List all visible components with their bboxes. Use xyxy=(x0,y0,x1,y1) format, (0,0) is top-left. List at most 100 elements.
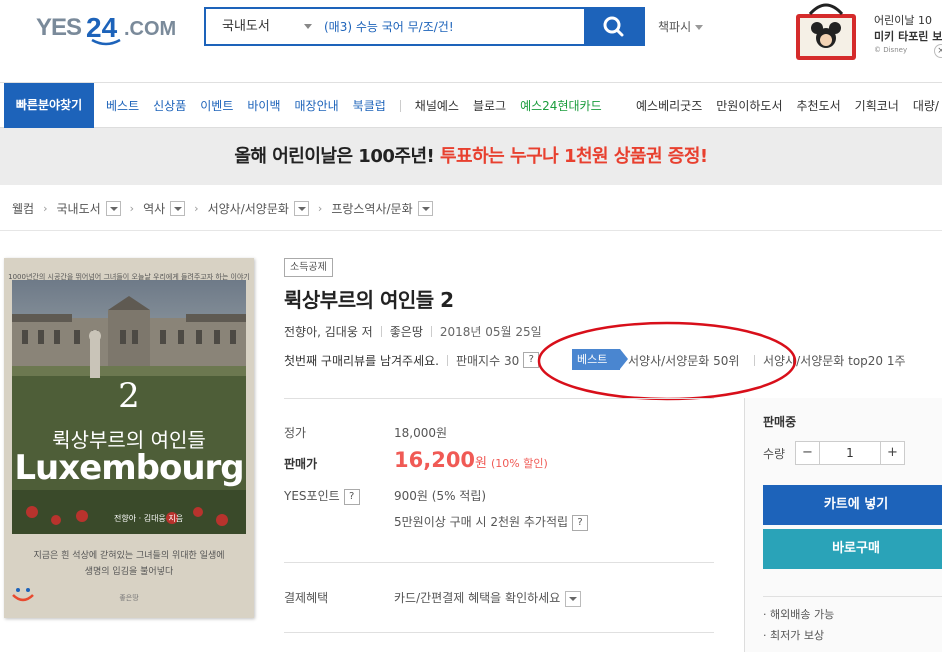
quick-category-button[interactable]: 빠른분야찾기 xyxy=(4,83,94,128)
cover-description: 지금은 흰 석상에 갇혀있는 그녀들의 위대한 일생에 생명의 입김을 불어넣다 xyxy=(33,551,225,577)
payment-label: 결제혜택 xyxy=(284,591,329,605)
nav-item-bulk[interactable]: 대량/ xyxy=(913,97,939,114)
nav-item-best[interactable]: 베스트 xyxy=(106,97,139,114)
points-extra-row: 5만원이상 구매 시 2천원 추가적립? xyxy=(394,513,589,531)
search-category-select[interactable]: 국내도서 xyxy=(206,9,316,44)
breadcrumb-item-western[interactable]: 서양사/서양문화 xyxy=(208,200,289,217)
book-meta: 전향아, 김대웅 저 좋은땅 2018년 05월 25일 xyxy=(284,323,542,340)
nav-item-blog[interactable]: 블로그 xyxy=(473,97,506,114)
page: YES 24 .COM 국내도서 책파시 어린 xyxy=(0,0,942,652)
purchase-panel: 판매중 수량 − + 카트에 넣기 바로구매 · 해외배송 가능 · 최저가 보… xyxy=(744,398,942,652)
svg-text:24: 24 xyxy=(86,12,118,43)
divider xyxy=(284,632,714,633)
promo-text: 어린이날 10 xyxy=(874,14,932,27)
best-tag: 베스트 xyxy=(572,349,628,370)
chevron-down-icon[interactable] xyxy=(565,590,582,607)
divider xyxy=(284,562,714,563)
benefit-overseas-shipping: · 해외배송 가능 xyxy=(763,608,835,621)
cover-publisher: 좋은땅 xyxy=(119,594,139,602)
sales-index: 판매지수 30 xyxy=(455,353,520,368)
svg-text:YES: YES xyxy=(36,14,82,41)
chevron-right-icon: › xyxy=(43,201,48,215)
payment-benefit-row[interactable]: 카드/간편결제 혜택을 확인하세요 xyxy=(394,589,582,607)
book-date: 2018년 05월 25일 xyxy=(439,325,542,339)
breadcrumb-dropdown[interactable] xyxy=(417,200,433,216)
breadcrumb-dropdown[interactable] xyxy=(170,200,186,216)
points-value: 900원 (5% 적립) xyxy=(394,489,487,503)
add-to-cart-button[interactable]: 카트에 넣기 xyxy=(763,485,942,525)
best-rank-weeks[interactable]: 서양사/서양문화 top20 1주 xyxy=(763,352,906,369)
help-icon[interactable]: ? xyxy=(343,488,360,505)
promo-ad[interactable]: 어린이날 10 미키 타포린 보 © Disney × xyxy=(786,0,942,66)
breadcrumb-item-welcome[interactable]: 웰컴 xyxy=(12,200,34,217)
mickey-bag-image xyxy=(796,3,856,60)
buy-now-button[interactable]: 바로구매 xyxy=(763,529,942,569)
search-bar: 국내도서 xyxy=(204,7,645,46)
cover-volume-number: 2 xyxy=(118,376,140,416)
divider xyxy=(430,326,432,337)
divider xyxy=(763,596,942,597)
quantity-label: 수량 xyxy=(763,447,786,461)
best-rank[interactable]: 서양사/서양문화 50위 xyxy=(628,352,739,369)
divider xyxy=(380,326,382,337)
chevron-down-icon xyxy=(695,25,704,30)
help-icon[interactable]: ? xyxy=(572,514,589,531)
nav-item-goods[interactable]: 예스베리굿즈 xyxy=(636,97,702,114)
event-banner[interactable]: 올해 어린이날은 100주년! 투표하는 누구나 1천원 상품권 증정! xyxy=(0,128,942,185)
list-price-value: 18,000원 xyxy=(394,426,448,440)
chevron-right-icon: › xyxy=(194,201,199,215)
book-publisher[interactable]: 좋은땅 xyxy=(390,323,423,340)
nav-item-recommended[interactable]: 추천도서 xyxy=(797,97,841,114)
breadcrumb-item-domestic[interactable]: 국내도서 xyxy=(57,200,101,217)
breadcrumb: 웰컴 › 국내도서 › 역사 › 서양사/서양문화 › 프랑스역사/문화 xyxy=(12,196,433,220)
breadcrumb-item-history[interactable]: 역사 xyxy=(143,200,165,217)
smile-icon xyxy=(12,588,34,602)
close-icon[interactable]: × xyxy=(934,44,942,58)
sale-price: 16,200원 (10% 할인) xyxy=(394,448,548,472)
nav-item-buyback[interactable]: 바이백 xyxy=(247,97,280,114)
points-label-row: YES포인트? xyxy=(284,487,360,505)
cover-authors: 전향아 · 김대웅 지음 xyxy=(114,514,184,523)
sale-price-label: 판매가 xyxy=(284,457,318,471)
review-link[interactable]: 첫번째 구매리뷰를 남겨주세요. xyxy=(284,352,439,369)
nav-divider xyxy=(399,99,401,112)
promo-text: 미키 타포린 보 xyxy=(874,30,942,43)
nav-item-channel-yes[interactable]: 채널예스 xyxy=(415,97,459,114)
nav-item-hyundai-card[interactable]: 예스24현대카드 xyxy=(520,97,602,114)
book-author[interactable]: 전향아, 김대웅 저 xyxy=(284,323,373,340)
nav-item-new[interactable]: 신상품 xyxy=(153,97,186,114)
increase-button[interactable]: + xyxy=(880,442,904,464)
divider xyxy=(754,355,755,366)
sale-status: 판매중 xyxy=(763,415,797,429)
breadcrumb-dropdown[interactable] xyxy=(293,200,309,216)
book-stats: 첫번째 구매리뷰를 남겨주세요. 판매지수 30 ? xyxy=(284,350,540,370)
chevron-right-icon: › xyxy=(129,201,135,215)
cover-latin-title: Luxembourg xyxy=(14,448,244,488)
search-icon xyxy=(603,16,624,37)
breadcrumb-item-france[interactable]: 프랑스역사/문화 xyxy=(331,200,412,217)
nav-item-event[interactable]: 이벤트 xyxy=(200,97,233,114)
nav-item-under-10000[interactable]: 만원이하도서 xyxy=(716,97,782,114)
help-icon[interactable]: ? xyxy=(523,352,540,368)
chevron-right-icon: › xyxy=(317,201,323,215)
yes24-logo[interactable]: YES 24 .COM xyxy=(36,10,176,46)
quantity-input[interactable] xyxy=(820,442,880,464)
nav-right-menu: 예스베리굿즈 만원이하도서 추천도서 기획코너 대량/ xyxy=(636,83,942,128)
svg-text:.COM: .COM xyxy=(124,18,176,40)
tax-deduction-badge: 소득공제 xyxy=(284,258,333,277)
cover-tagline: 1000년간의 시공간을 뛰어넘어 그녀들이 오늘날 우리에게 들려주고자 하는… xyxy=(8,273,250,281)
promo-copyright: © Disney xyxy=(874,46,908,54)
chevron-down-icon xyxy=(304,24,312,29)
nav-item-special[interactable]: 기획코너 xyxy=(855,97,899,114)
quantity-stepper: − + xyxy=(795,441,905,465)
decrease-button[interactable]: − xyxy=(796,442,820,464)
list-price-label: 정가 xyxy=(284,426,307,440)
breadcrumb-dropdown[interactable] xyxy=(105,200,121,216)
search-button[interactable] xyxy=(584,9,643,44)
nav-item-store[interactable]: 매장안내 xyxy=(295,97,339,114)
nav-item-bookclub[interactable]: 북클럽 xyxy=(353,97,386,114)
search-input[interactable] xyxy=(324,13,584,40)
book-cover-image[interactable]: 1000년간의 시공간을 뛰어넘어 그녀들이 오늘날 우리에게 들려주고자 하는… xyxy=(4,258,254,618)
divider xyxy=(0,230,942,231)
bookpass-menu[interactable]: 책파시 xyxy=(658,18,704,35)
